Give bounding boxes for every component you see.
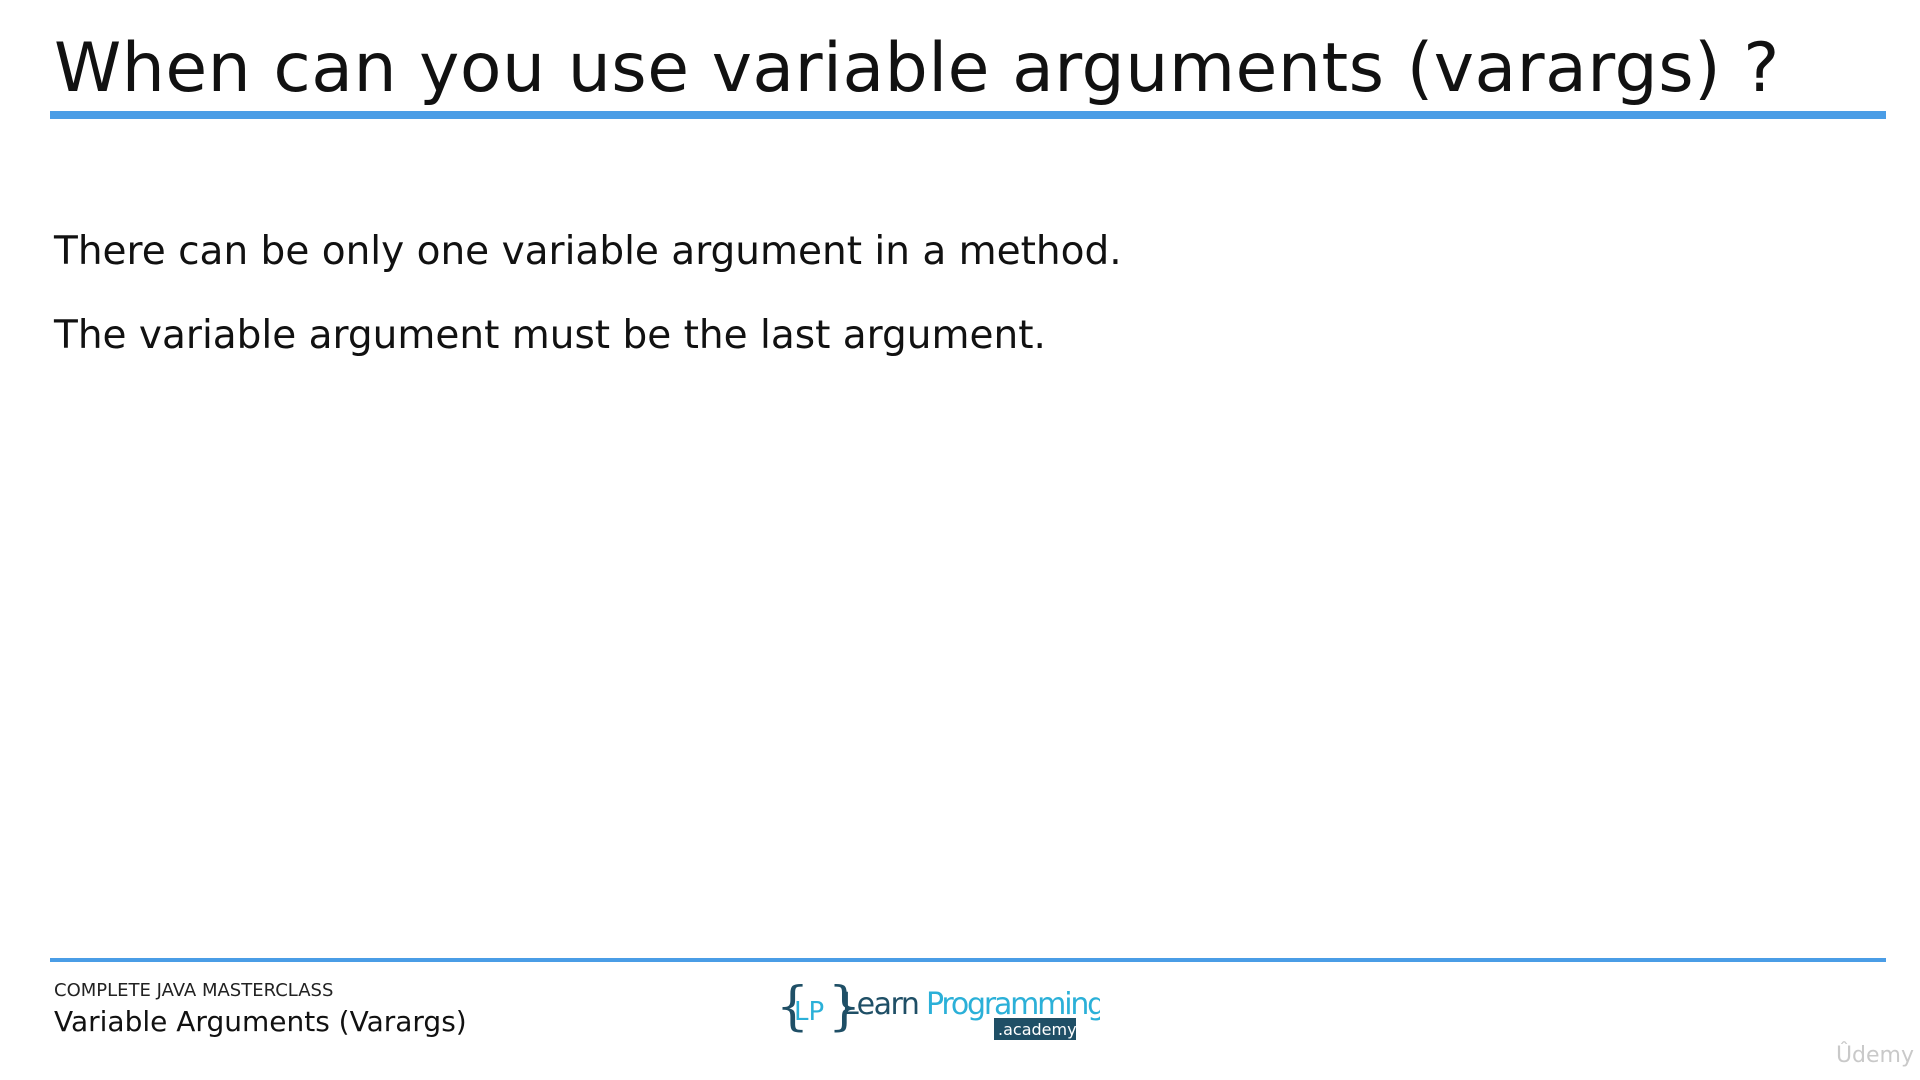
slide-title: When can you use variable arguments (var… [54, 29, 1780, 108]
bullet-item: There can be only one variable argument … [54, 229, 1122, 274]
logo-initials: LP [794, 997, 824, 1027]
footer-divider [50, 958, 1886, 962]
udemy-watermark: Ûdemy [1835, 1043, 1914, 1068]
title-divider [50, 111, 1886, 119]
logo-word-learn: Learn [842, 987, 918, 1022]
bullet-item: The variable argument must be the last a… [54, 313, 1046, 358]
course-name: COMPLETE JAVA MASTERCLASS [54, 980, 334, 1001]
learn-programming-logo: { LP } Learn Programming .academy [776, 974, 1100, 1044]
bullet-list: There can be only one variable argument … [54, 224, 1122, 392]
logo-tag: .academy [998, 1020, 1077, 1039]
logo-word-programming: Programming [926, 987, 1100, 1022]
lecture-topic: Variable Arguments (Varargs) [54, 1005, 467, 1038]
